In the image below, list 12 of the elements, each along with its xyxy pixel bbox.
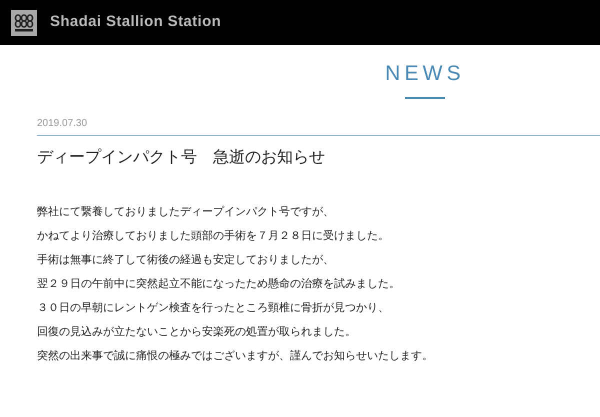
body-text-line: 手術は無事に終了して術後の経過も安定しておりましたが、 <box>37 252 334 268</box>
body-text-line: かねてより治療しておりました頭部の手術を７月２８日に受けました。 <box>37 228 389 244</box>
body-text-line: ３０日の早朝にレントゲン検査を行ったところ頸椎に骨折が見つかり、 <box>37 301 389 316</box>
article-date: 2019.07.30 <box>37 117 88 131</box>
body-text-line: 突然の出来事で誠に痛恨の極みではございますが、謹んでお知らせいたします。 <box>37 348 433 364</box>
article-title: ディープインパクト号 急逝のお知らせ <box>37 146 326 168</box>
body-text-line: 弊社にて繋養しておりましたディープインパクト号ですが、 <box>37 204 334 220</box>
logo-icon[interactable] <box>11 10 37 36</box>
body-text-line: 回復の見込みが立たないことから安楽死の処置が取られました。 <box>37 324 356 340</box>
body-text-line: 翌２９日の午前中に突然起立不能になったため懸命の治療を試みました。 <box>37 276 400 292</box>
section-title: NEWS <box>385 61 465 87</box>
site-name[interactable]: Shadai Stallion Station <box>50 11 222 34</box>
